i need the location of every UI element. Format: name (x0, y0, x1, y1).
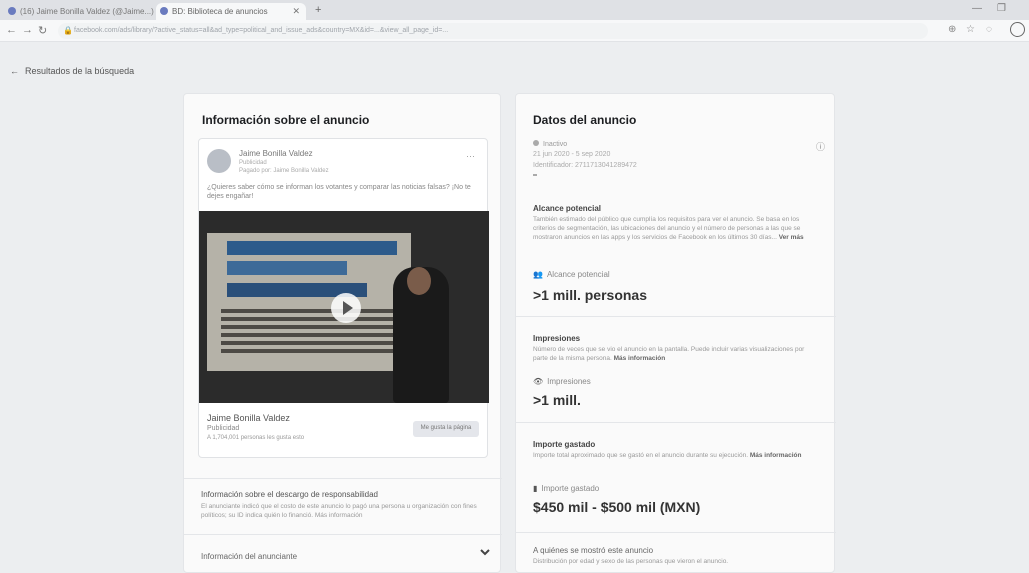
page-avatar[interactable] (207, 149, 231, 173)
eye-icon: 👁 (533, 377, 544, 386)
ad-preview-card: Jaime Bonilla Valdez Publicidad Pagado p… (198, 138, 489, 458)
ad-data-panel: Datos del anuncio Inactivo 21 jun 2020 -… (515, 93, 836, 573)
audience-text: Distribución por edad y sexo de las pers… (533, 558, 729, 565)
address-bar-row: ← → ↻ 🔒 facebook.com/ads/library/?active… (0, 20, 1029, 42)
disclaimer-text: El anunciante indicó que el costo de est… (201, 503, 477, 519)
zoom-icon[interactable]: ⊕ (948, 24, 956, 35)
divider (516, 316, 836, 317)
back-label: Resultados de la búsqueda (25, 66, 135, 76)
divider (516, 532, 836, 533)
people-icon: 👥 (533, 270, 543, 279)
ad-video[interactable] (199, 211, 489, 403)
extension-icon[interactable]: ◌ (986, 24, 992, 35)
ad-info-title: Información sobre el anuncio (202, 113, 370, 127)
impressions-title: Impresiones (533, 334, 581, 343)
video-banner-image (207, 233, 411, 371)
close-tab-icon[interactable]: ✕ (292, 6, 300, 17)
footer-likes-label: A 1,704,001 personas les gusta esto (207, 435, 305, 441)
more-options-icon[interactable]: ··· (466, 151, 475, 161)
tab-label: BD: Biblioteca de anuncios (172, 7, 268, 16)
reach-label: 👥 Alcance potencial (533, 270, 610, 279)
divider (184, 534, 502, 535)
advertiser-info-row[interactable]: Información del anunciante (201, 552, 297, 561)
facebook-favicon-icon (8, 7, 16, 15)
sponsored-label: Publicidad (239, 160, 267, 166)
dash-mark (533, 174, 537, 176)
reload-icon[interactable]: ↻ (38, 24, 47, 37)
spend-label: ▮ Importe gastado (533, 484, 600, 493)
chevron-down-icon[interactable] (479, 546, 491, 558)
forward-arrow-icon[interactable]: → (22, 24, 33, 36)
reach-title: Alcance potencial (533, 204, 602, 213)
ad-info-panel: Información sobre el anuncio Jaime Bonil… (183, 93, 502, 573)
like-page-button[interactable]: Me gusta la página (413, 421, 479, 437)
spend-text: Importe total aproximado que se gastó en… (533, 452, 802, 459)
more-info-link[interactable]: Más información (750, 452, 802, 459)
ad-id: Identificador: 2711713041289472 (533, 162, 637, 169)
profile-avatar-icon[interactable] (1010, 22, 1025, 37)
minimize-icon[interactable]: — (972, 3, 982, 14)
play-icon[interactable] (331, 293, 361, 323)
ad-body-text: ¿Quieres saber cómo se informan los vota… (207, 184, 471, 200)
back-arrow-icon[interactable]: ← (6, 24, 17, 36)
footer-page-name[interactable]: Jaime Bonilla Valdez (207, 413, 290, 423)
lock-icon: 🔒 (63, 26, 73, 35)
reach-text: También estimado del público que cumplía… (533, 216, 804, 241)
footer-sub-label: Publicidad (207, 425, 240, 432)
browser-tab-active[interactable]: BD: Biblioteca de anuncios ✕ (156, 3, 306, 20)
more-info-link[interactable]: Más información (614, 355, 666, 362)
url-input[interactable]: 🔒 facebook.com/ads/library/?active_statu… (58, 23, 928, 39)
star-icon[interactable]: ☆ (966, 24, 975, 35)
ad-dates: 21 jun 2020 - 5 sep 2020 (533, 151, 611, 158)
divider (184, 478, 502, 479)
video-person-head (407, 267, 431, 295)
spend-value: $450 mil - $500 mil (MXN) (533, 499, 701, 515)
reach-value: >1 mill. personas (533, 287, 647, 303)
page-name[interactable]: Jaime Bonilla Valdez (239, 149, 313, 158)
info-icon[interactable]: ⓘ (816, 140, 825, 153)
impressions-label: 👁 Impresiones (533, 377, 591, 386)
impressions-value: >1 mill. (533, 392, 581, 408)
divider (516, 422, 836, 423)
back-arrow-icon: ← (10, 66, 19, 76)
disclaimer-title: Información sobre el descargo de respons… (201, 490, 378, 499)
back-to-results-link[interactable]: ← Resultados de la búsqueda (10, 66, 134, 76)
facebook-favicon-icon (160, 7, 168, 15)
ad-data-title: Datos del anuncio (533, 113, 637, 127)
paid-by-label: Pagado por: Jaime Bonilla Valdez (239, 168, 329, 174)
spend-title: Importe gastado (533, 440, 596, 449)
maximize-icon[interactable]: ❐ (997, 3, 1006, 14)
see-more-link[interactable]: Ver más (779, 234, 804, 241)
audience-title: A quiénes se mostró este anuncio (533, 546, 654, 555)
browser-tab-bar: (16) Jaime Bonilla Valdez (@Jaime...) BD… (0, 0, 1029, 20)
browser-tab[interactable]: (16) Jaime Bonilla Valdez (@Jaime...) (4, 3, 154, 20)
status-badge: Inactivo (533, 140, 567, 148)
status-dot-icon (533, 140, 539, 146)
tab-label: (16) Jaime Bonilla Valdez (@Jaime...) (20, 7, 154, 16)
impressions-text: Número de veces que se vio el anuncio en… (533, 346, 805, 362)
money-icon: ▮ (533, 484, 538, 493)
new-tab-icon[interactable]: + (315, 4, 321, 16)
url-text: facebook.com/ads/library/?active_status=… (74, 27, 449, 34)
